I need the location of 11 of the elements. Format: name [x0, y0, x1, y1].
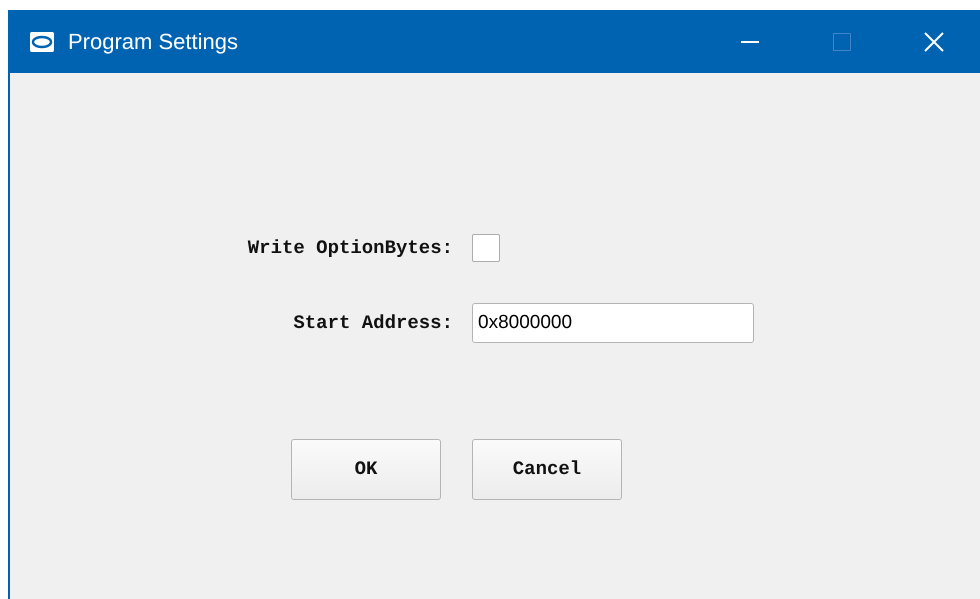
dialog-button[interactable]: OK — [291, 439, 441, 500]
option-bytes-label: Write OptionBytes: — [246, 236, 453, 261]
start-address-field[interactable]: 0x8000000 — [472, 303, 754, 343]
option-bytes-checkbox[interactable] — [472, 234, 500, 262]
start-address-label: Start Address: — [292, 310, 453, 336]
minimize-icon — [741, 40, 759, 42]
dialog-button[interactable]: Cancel — [472, 439, 622, 500]
window-title: Program Settings — [68, 28, 238, 56]
close-icon — [924, 32, 944, 52]
maximize-icon — [833, 32, 851, 50]
app-icon — [30, 32, 54, 52]
